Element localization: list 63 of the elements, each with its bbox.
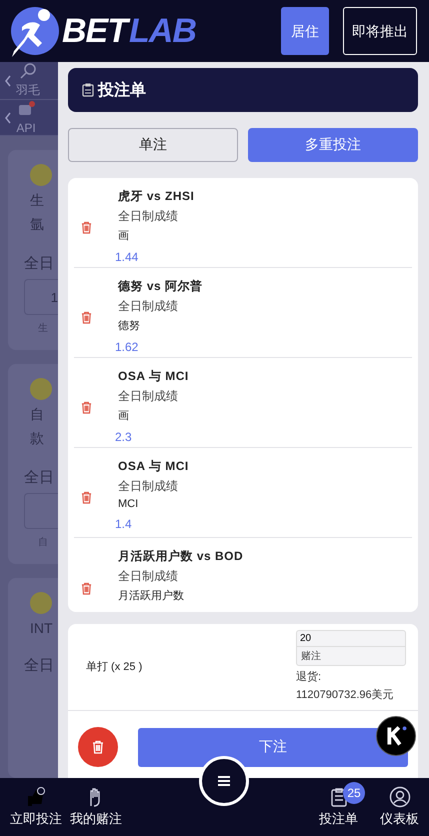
team-name: 款	[29, 430, 44, 448]
bet-type-tab[interactable]: 多重投注	[248, 128, 418, 162]
logo-text: LAB	[129, 12, 196, 50]
team-name: 氩	[29, 216, 44, 234]
team-logo-icon	[30, 378, 52, 400]
chevron-left-icon	[4, 112, 12, 124]
trash-icon	[81, 491, 92, 504]
clear-button[interactable]	[78, 727, 118, 767]
count-badge: 25	[343, 782, 365, 804]
menu-icon	[217, 775, 231, 787]
trash-icon	[81, 311, 92, 324]
clipboard-icon	[82, 83, 94, 97]
betslip-title: 投注单	[98, 80, 146, 100]
market-label: 全日	[24, 254, 54, 273]
odds-value: 1.62	[115, 340, 140, 354]
nav-item[interactable]: 立即投注	[6, 778, 66, 836]
bet-type-tab[interactable]: 单注	[68, 128, 238, 162]
trash-icon	[81, 221, 92, 234]
pick-label: 月活跃用户数	[118, 588, 185, 603]
match-title: 虎牙 vs ZHSI	[118, 188, 194, 205]
pick-label: 德努	[118, 319, 141, 333]
nav-item[interactable]: 我的赌注	[66, 778, 126, 836]
market-label: 全日制成绩	[118, 568, 179, 585]
user-icon	[388, 786, 410, 808]
place-bet-button[interactable]: 下注	[138, 728, 408, 766]
trash-icon	[81, 582, 92, 594]
header-button[interactable]: 居住	[281, 7, 329, 55]
header-button[interactable]: 即将推出	[343, 7, 417, 55]
team-name: 生	[29, 192, 44, 210]
nav-item[interactable]: 投注单 25	[315, 778, 362, 836]
stake-field[interactable]: 20 赌注	[296, 630, 406, 666]
odds-value: 1.44	[115, 250, 140, 264]
bet-count-label: 单打 (x 25 )	[86, 660, 144, 674]
market-label: 全日	[24, 656, 54, 675]
runner-logo-icon	[8, 5, 60, 57]
pick-label: MCI	[118, 498, 140, 510]
team-name: INT	[29, 620, 53, 636]
field-label: 赌注	[300, 650, 322, 664]
team-logo-icon	[30, 592, 52, 614]
pick-label: 画	[118, 229, 130, 243]
trash-icon	[92, 740, 104, 754]
team-name: 自	[29, 406, 44, 424]
market-label: 全日制成绩	[118, 478, 179, 495]
market-label: 全日制成绩	[118, 388, 179, 405]
team-logo-icon	[30, 164, 52, 186]
match-title: OSA 与 MCI	[118, 458, 189, 475]
returns-label: 退货:	[296, 670, 322, 684]
odds-value: 1.4	[115, 517, 133, 531]
nav-item[interactable]: 仪表板	[376, 778, 423, 836]
market-label: 全日制成绩	[118, 298, 179, 315]
odds-value: 2.3	[115, 430, 133, 444]
nav-label: API	[16, 120, 36, 134]
match-title: 德努 vs 阿尔普	[118, 278, 203, 295]
nav-label: 羽毛	[16, 82, 40, 99]
market-label: 全日制成绩	[118, 208, 179, 225]
match-title: 月活跃用户数 vs BOD	[118, 548, 244, 565]
search-icon	[18, 62, 38, 80]
returns-value: 1120790732.96美元	[296, 688, 395, 702]
market-label: 全日	[24, 468, 54, 487]
chevron-left-icon	[4, 74, 12, 86]
match-title: OSA 与 MCI	[118, 368, 189, 385]
trash-icon	[81, 401, 92, 414]
pick-label: 画	[118, 409, 130, 423]
